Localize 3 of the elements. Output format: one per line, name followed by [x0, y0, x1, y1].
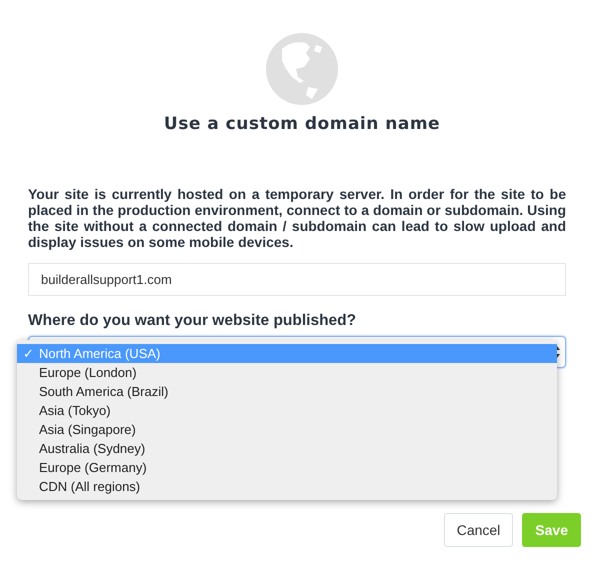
region-label: Where do you want your website published?: [28, 312, 358, 330]
description-text: Your site is currently hosted on a temporary server. In order for the site to be placed in the production environment, connect to a domain or subdomain. Using the site without a connected domain / subdomain can lead to slow upload and display issues on some mobile devices.: [28, 186, 566, 250]
dialog-title: Use a custom domain name: [164, 114, 440, 134]
